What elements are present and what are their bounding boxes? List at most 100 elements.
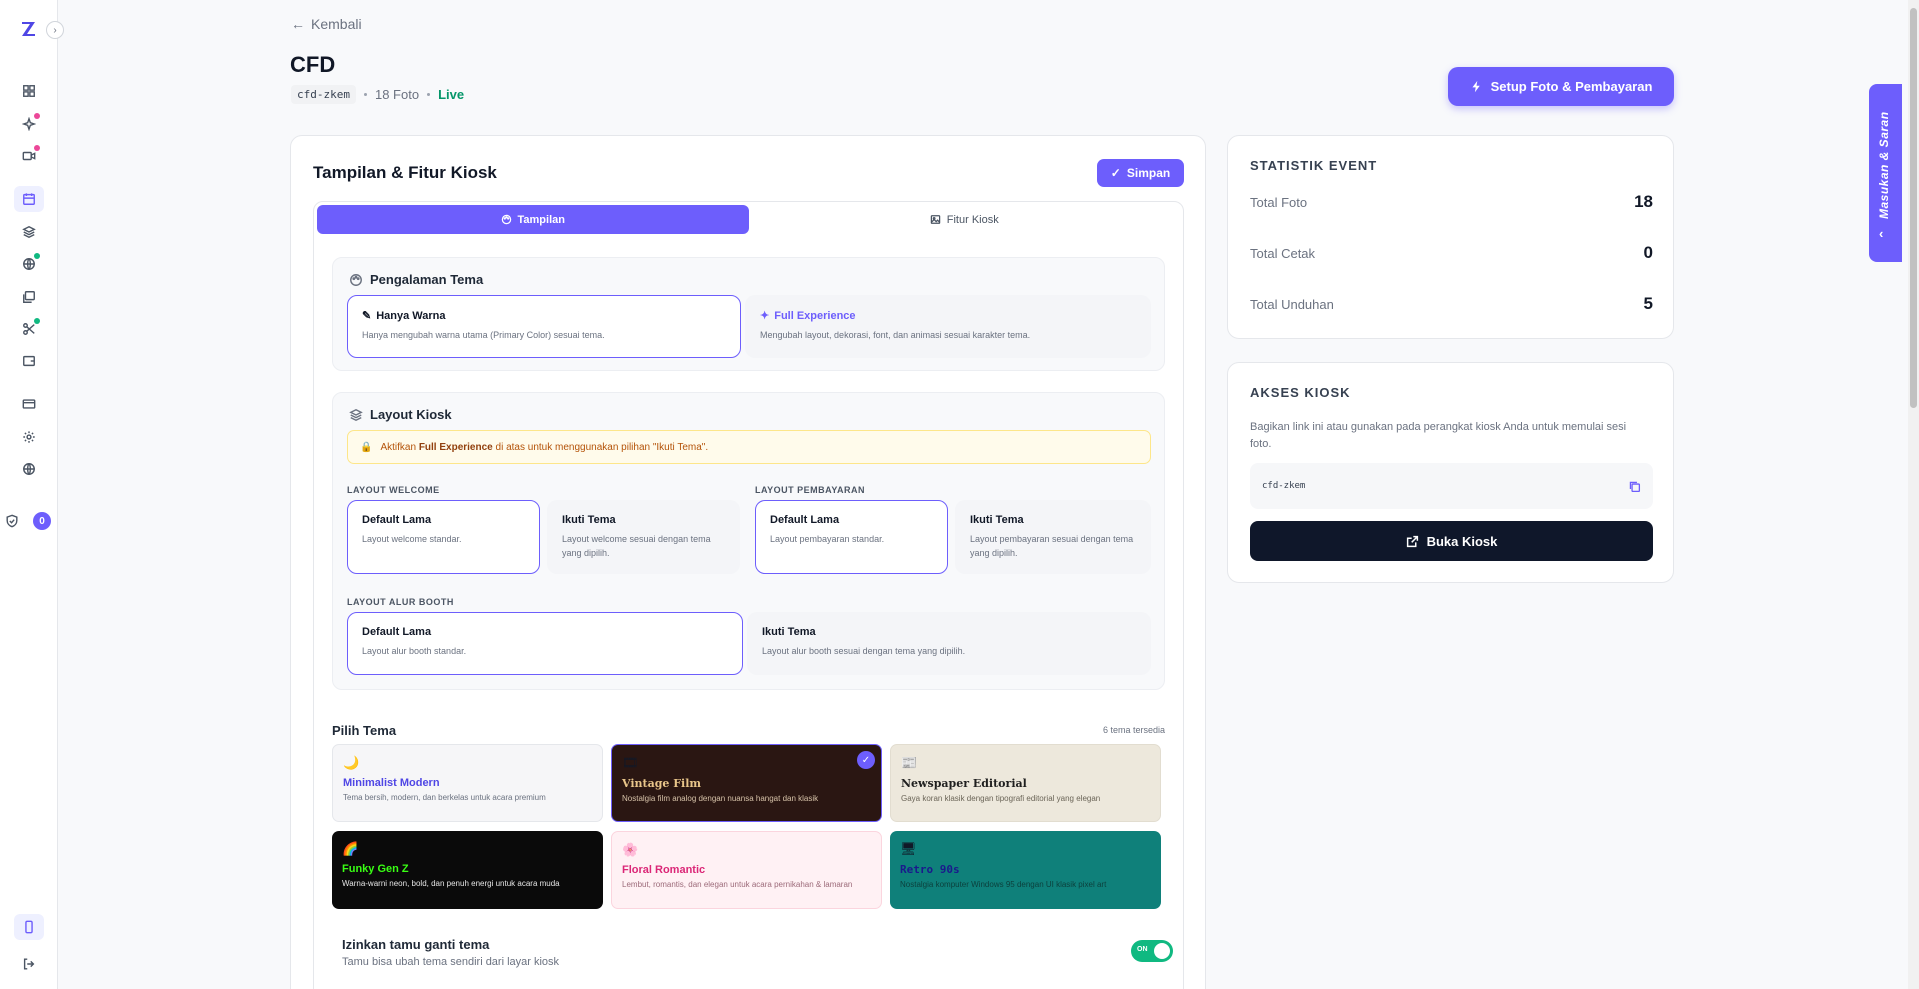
option-desc: Layout alur booth sesuai dengan tema yan… [762,646,966,656]
layout-booth-label: LAYOUT ALUR BOOTH [347,597,454,607]
option-full-experience[interactable]: ✦ Full Experience Mengubah layout, dekora… [745,295,1151,358]
stat-value: 0 [1643,243,1653,262]
theme-card-minimalist-modern[interactable]: 🌙 Minimalist Modern Tema bersih, modern,… [332,744,603,822]
stat-value: 5 [1643,294,1653,313]
globe-icon [23,463,35,475]
open-kiosk-label: Buka Kiosk [1426,533,1498,549]
option-desc: Layout welcome sesuai dengan tema yang d… [562,534,711,558]
payment-follow-theme-option[interactable]: Ikuti Tema Layout pembayaran sesuai deng… [955,500,1151,574]
theme-card-floral-romantic[interactable]: 🌸 Floral Romantic Lembut, romantis, dan … [611,831,882,909]
nav-wallet[interactable] [14,348,44,374]
open-kiosk-button[interactable]: Buka Kiosk [1250,521,1653,561]
option-title: Default Lama [770,514,840,526]
nav-tools[interactable] [14,316,44,342]
notification-dot [34,318,40,324]
separator-dot [363,93,367,96]
theme-count: 6 tema tersedia [1102,725,1165,735]
theme-name: Vintage Film [622,777,702,790]
theme-name: Funky Gen Z [342,863,409,875]
film-icon: 🎞 [622,755,639,770]
nav-dashboard[interactable] [14,78,44,104]
lightning-icon [1472,80,1480,93]
option-title: Ikuti Tema [970,514,1024,526]
access-heading: AKSES KIOSK [1250,385,1351,400]
palette-icon [501,214,511,225]
kiosk-code: cfd-zkem [1262,481,1306,491]
theme-card-vintage-film[interactable]: 🎞 Vintage Film Nostalgia film analog den… [611,744,882,822]
copy-icon[interactable] [1628,480,1641,493]
notification-dot [34,253,40,259]
feedback-label: Masukan & Saran [1877,111,1891,219]
option-title: ✦ Full Experience [760,309,1136,323]
option-title-text: Hanya Warna [376,309,446,322]
payment-default-option[interactable]: Default Lama Layout pembayaran standar. [755,500,948,574]
nav-video[interactable] [14,143,44,169]
theme-card-retro-90s[interactable]: 🖥 Retro 90s Nostalgia komputer Windows 9… [890,831,1161,909]
theme-card-newspaper-editorial[interactable]: 📰 Newspaper Editorial Gaya koran klasik … [890,744,1161,822]
guest-theme-toggle[interactable]: ON [1131,940,1173,962]
notification-dot [34,145,40,151]
computer-icon: 🖥 [900,841,917,856]
nav-logout[interactable] [14,951,44,977]
back-link[interactable]: ← Kembali [291,16,362,32]
notification-dot [34,113,40,119]
nav-events[interactable] [14,186,44,212]
nav-settings[interactable] [14,424,44,450]
card-title: Tampilan & Fitur Kiosk [313,163,497,182]
option-title: Ikuti Tema [762,626,816,638]
section-title: Pengalaman Tema [370,272,484,287]
setup-photo-payment-button[interactable]: Setup Foto & Pembayaran [1448,67,1674,106]
nav-billing[interactable] [14,391,44,417]
sidebar-collapse-button[interactable]: › [46,21,64,39]
nav-language[interactable] [14,456,44,482]
scrollbar-thumb[interactable] [1910,8,1917,408]
app-logo[interactable] [20,20,38,38]
booth-default-option[interactable]: Default Lama Layout alur booth standar. [347,612,743,675]
image-icon [930,215,941,224]
grid-icon [23,85,35,97]
palette-icon [350,273,362,286]
page-scrollbar[interactable] [1908,0,1919,989]
stat-row: Total Foto 18 [1250,192,1653,212]
access-desc: Bagikan link ini atau gunakan pada peran… [1250,421,1627,450]
stat-row: Total Unduhan 5 [1250,294,1653,314]
nav-web[interactable] [14,251,44,277]
full-experience-warning: 🔒 Aktifkan Full Experience di atas untuk… [347,430,1151,464]
kiosk-access-card: AKSES KIOSK Bagikan link ini atau gunaka… [1227,362,1674,583]
option-title: Ikuti Tema [562,514,616,526]
feedback-tab[interactable]: Masukan & Saran ‹ [1869,84,1902,262]
newspaper-icon: 📰 [901,755,918,770]
tab-tampilan[interactable]: Tampilan [317,205,749,234]
globe-icon [23,258,35,270]
arrow-left-icon: ← [291,16,305,32]
option-hanya-warna[interactable]: ✎ Hanya Warna Hanya mengubah warna utama … [347,295,741,358]
theme-experience-section: Pengalaman Tema ✎ Hanya Warna Hanya mengu… [332,257,1165,371]
welcome-follow-theme-option[interactable]: Ikuti Tema Layout welcome sesuai dengan … [547,500,740,574]
theme-card-funky-gen-z[interactable]: 🌈 Funky Gen Z Warna-warni neon, bold, da… [332,831,603,909]
booth-follow-theme-option[interactable]: Ikuti Tema Layout alur booth sesuai deng… [747,612,1151,675]
nav-effects[interactable] [14,111,44,137]
theme-desc: Nostalgia film analog dengan nuansa hang… [622,794,819,803]
tab-bar: Tampilan Fitur Kiosk [317,205,1180,234]
tab-label: Fitur Kiosk [946,213,999,226]
nav-security[interactable] [0,508,27,534]
tab-label: Tampilan [517,213,565,226]
nav-gallery[interactable] [14,284,44,310]
nav-device[interactable] [14,914,44,940]
layers-icon [22,225,36,239]
save-button[interactable]: ✓ Simpan [1097,159,1184,187]
credit-card-icon [22,399,36,409]
logout-icon [23,958,35,970]
selected-check-icon: ✓ [857,751,875,769]
option-desc: Layout alur booth standar. [362,646,467,656]
guest-theme-title: Izinkan tamu ganti tema [342,937,490,952]
option-title: Default Lama [362,626,432,638]
smartphone-icon [25,920,33,934]
wallet-icon [23,355,35,367]
tab-fitur-kiosk[interactable]: Fitur Kiosk [749,205,1181,234]
welcome-default-option[interactable]: Default Lama Layout welcome standar. [347,500,540,574]
calendar-icon [23,193,35,205]
nav-layers[interactable] [14,219,44,245]
notification-count-badge[interactable]: 0 [33,512,51,530]
theme-picker-heading: Pilih Tema [332,723,397,738]
